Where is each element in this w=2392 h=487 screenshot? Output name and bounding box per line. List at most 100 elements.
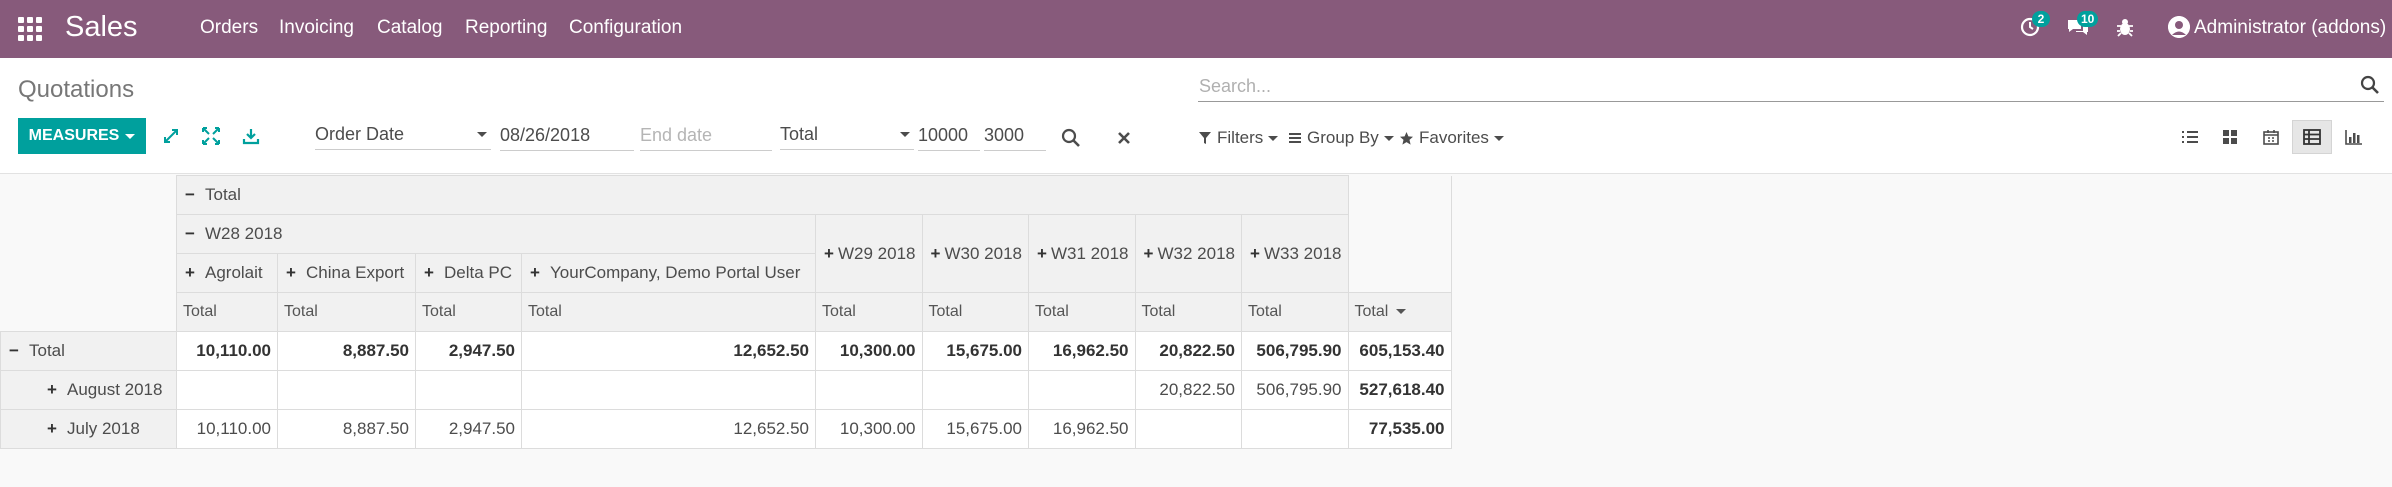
table-cell[interactable]: 506,795.90: [1241, 370, 1349, 410]
measure-header[interactable]: Total: [415, 292, 522, 332]
col-header-w30[interactable]: + W30 2018: [921, 214, 1029, 293]
row-header-july-2018[interactable]: + July 2018: [0, 409, 177, 449]
table-cell[interactable]: [176, 370, 278, 410]
col-header-agrolait-label: Agrolait: [205, 263, 263, 282]
expand-icon: +: [185, 263, 195, 282]
table-cell[interactable]: 8,887.50: [277, 331, 416, 371]
expand-icon: +: [47, 380, 57, 399]
table-cell[interactable]: [1134, 409, 1242, 449]
download-icon[interactable]: [241, 126, 261, 146]
start-date-input[interactable]: 08/26/2018: [500, 121, 634, 151]
col-header-yourcompany[interactable]: + YourCompany, Demo Portal User: [521, 253, 816, 293]
kanban-view-icon: [2223, 130, 2237, 144]
col-header-w28[interactable]: − W28 2018: [176, 214, 816, 254]
date-field-select[interactable]: Order Date: [315, 120, 491, 150]
table-cell[interactable]: 10,300.00: [815, 409, 923, 449]
table-cell[interactable]: [1028, 370, 1136, 410]
breadcrumb: Quotations: [18, 76, 135, 103]
measure-header[interactable]: Total: [1241, 292, 1349, 332]
expand-icon: +: [1037, 243, 1047, 263]
table-cell[interactable]: 506,795.90: [1241, 331, 1349, 371]
filters-dropdown[interactable]: Filters: [1198, 128, 1279, 148]
col-header-w33[interactable]: + W33 2018: [1241, 214, 1349, 293]
table-cell[interactable]: 2,947.50: [415, 331, 522, 371]
expand-icon: +: [286, 263, 296, 282]
table-cell[interactable]: [277, 370, 416, 410]
close-icon[interactable]: [1114, 128, 1134, 148]
search-apply-icon[interactable]: [1061, 128, 1081, 148]
debug-bug-icon[interactable]: [2114, 16, 2140, 42]
table-cell[interactable]: [815, 370, 923, 410]
table-cell[interactable]: [415, 370, 522, 410]
measure-header[interactable]: Total: [1028, 292, 1136, 332]
value-input-2[interactable]: 3000: [984, 121, 1046, 151]
measure-header[interactable]: Total: [1134, 292, 1242, 332]
graph-view-button[interactable]: [2334, 120, 2374, 154]
table-cell[interactable]: 10,110.00: [176, 331, 278, 371]
table-cell-row-total[interactable]: 77,535.00: [1347, 409, 1452, 449]
table-cell[interactable]: 16,962.50: [1028, 331, 1136, 371]
measure-header-total-label: Total: [1354, 303, 1389, 320]
col-header-w29[interactable]: + W29 2018: [815, 214, 923, 293]
table-cell[interactable]: 2,947.50: [415, 409, 522, 449]
menu-invoicing[interactable]: Invoicing: [279, 17, 354, 39]
menu-orders[interactable]: Orders: [200, 17, 258, 39]
apps-menu-icon[interactable]: [18, 17, 42, 41]
row-header-august-2018[interactable]: + August 2018: [0, 370, 177, 410]
table-cell[interactable]: [521, 370, 816, 410]
table-cell-row-total[interactable]: 527,618.40: [1347, 370, 1452, 410]
measure-header[interactable]: Total: [921, 292, 1029, 332]
col-header-w31[interactable]: + W31 2018: [1028, 214, 1136, 293]
total-select[interactable]: Total: [780, 120, 914, 150]
favorites-dropdown[interactable]: Favorites: [1399, 128, 1504, 148]
table-cell-grand-total[interactable]: 605,153.40: [1347, 331, 1452, 371]
col-header-total[interactable]: − Total: [176, 175, 1349, 215]
menu-reporting[interactable]: Reporting: [465, 17, 547, 39]
measure-header[interactable]: Total: [521, 292, 816, 332]
list-view-icon: [2182, 131, 2198, 143]
end-date-input[interactable]: End date: [640, 121, 772, 151]
table-cell[interactable]: 16,962.50: [1028, 409, 1136, 449]
app-title: Sales: [65, 11, 138, 43]
user-avatar[interactable]: [2168, 16, 2190, 38]
table-cell[interactable]: 15,675.00: [921, 409, 1029, 449]
table-cell[interactable]: 15,675.00: [921, 331, 1029, 371]
user-menu[interactable]: Administrator (addons): [2194, 17, 2386, 39]
measures-button[interactable]: MEASURES: [18, 118, 146, 154]
table-cell[interactable]: 12,652.50: [521, 409, 816, 449]
table-cell[interactable]: [921, 370, 1029, 410]
calendar-view-button[interactable]: [2251, 120, 2291, 154]
table-cell[interactable]: 8,887.50: [277, 409, 416, 449]
expand-all-icon[interactable]: [201, 126, 221, 146]
table-cell[interactable]: 12,652.50: [521, 331, 816, 371]
group-by-dropdown[interactable]: Group By: [1288, 128, 1394, 148]
search-icon[interactable]: [2360, 75, 2382, 97]
measure-header[interactable]: Total: [176, 292, 278, 332]
measure-header[interactable]: Total: [815, 292, 923, 332]
pivot-corner-right: [1348, 175, 1452, 293]
col-header-delta-pc[interactable]: + Delta PC: [415, 253, 522, 293]
pivot-view-button[interactable]: [2292, 120, 2332, 154]
messages-badge: 10: [2077, 11, 2099, 27]
col-header-agrolait[interactable]: + Agrolait: [176, 253, 278, 293]
row-header-total[interactable]: − Total: [0, 331, 177, 371]
star-icon: [1400, 131, 1413, 145]
col-header-china-export[interactable]: + China Export: [277, 253, 416, 293]
flip-axis-icon[interactable]: [161, 126, 181, 146]
table-cell[interactable]: 10,300.00: [815, 331, 923, 371]
search-input[interactable]: [1198, 72, 2348, 100]
col-header-total-label: Total: [205, 185, 241, 204]
menu-configuration[interactable]: Configuration: [569, 17, 682, 39]
table-cell[interactable]: 20,822.50: [1134, 370, 1242, 410]
table-cell[interactable]: [1241, 409, 1349, 449]
measures-label: MEASURES: [28, 127, 120, 144]
menu-catalog[interactable]: Catalog: [377, 17, 443, 39]
table-cell[interactable]: 20,822.50: [1134, 331, 1242, 371]
col-header-w32[interactable]: + W32 2018: [1134, 214, 1242, 293]
measure-header[interactable]: Total: [277, 292, 416, 332]
kanban-view-button[interactable]: [2210, 120, 2250, 154]
value-input-1[interactable]: 10000: [918, 121, 980, 151]
measure-header-total[interactable]: Total: [1347, 292, 1452, 332]
table-cell[interactable]: 10,110.00: [176, 409, 278, 449]
list-view-button[interactable]: [2170, 120, 2210, 154]
